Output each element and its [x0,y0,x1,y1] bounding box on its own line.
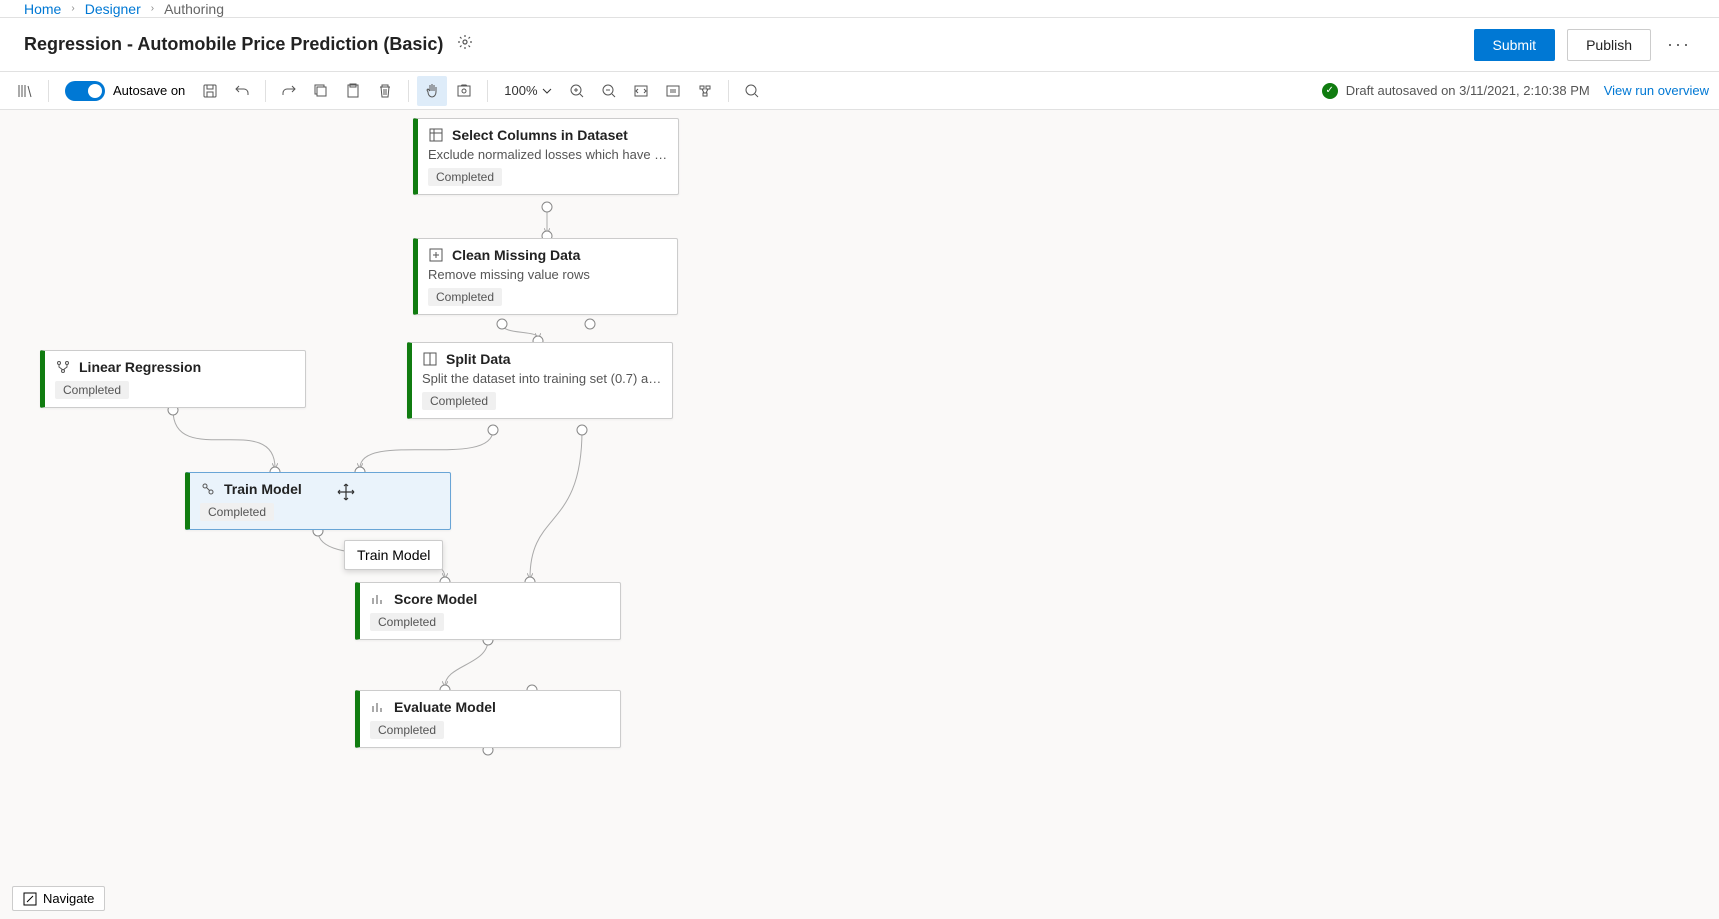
chevron-right-icon: › [151,3,154,14]
status-badge: Completed [370,613,444,631]
pipeline-canvas[interactable]: Select Columns in Dataset Exclude normal… [0,110,1719,919]
node-desc: Remove missing value rows [428,267,667,282]
actual-size-icon[interactable] [658,76,688,106]
fit-to-screen-icon[interactable] [626,76,656,106]
node-title: Split Data [446,351,511,367]
delete-icon[interactable] [370,76,400,106]
zoom-out-icon[interactable] [594,76,624,106]
train-icon [200,481,216,497]
breadcrumb-designer[interactable]: Designer [85,1,141,17]
node-clean-missing-data[interactable]: Clean Missing Data Remove missing value … [413,238,678,315]
node-train-model[interactable]: Train Model Completed [185,472,451,530]
status-badge: Completed [55,381,129,399]
pan-icon[interactable] [417,76,447,106]
gear-icon[interactable] [457,34,473,55]
separator [487,80,488,102]
more-icon[interactable]: ··· [1663,29,1695,61]
zoom-in-icon[interactable] [562,76,592,106]
status-badge: Completed [200,503,274,521]
node-split-data[interactable]: Split Data Split the dataset into traini… [407,342,673,419]
redo-icon[interactable] [274,76,304,106]
auto-layout-icon[interactable] [690,76,720,106]
node-score-model[interactable]: Score Model Completed [355,582,621,640]
page-title: Regression - Automobile Price Prediction… [24,34,443,55]
separator [408,80,409,102]
dataset-icon [428,127,444,143]
status-text: Draft autosaved on 3/11/2021, 2:10:38 PM [1346,83,1590,98]
view-run-overview-link[interactable]: View run overview [1604,83,1709,98]
evaluate-icon [370,699,386,715]
status-badge: Completed [428,168,502,186]
paste-icon[interactable] [338,76,368,106]
autosave-status: ✓ Draft autosaved on 3/11/2021, 2:10:38 … [1322,83,1709,99]
node-title: Train Model [224,481,302,497]
chevron-right-icon: › [71,3,74,14]
navigate-button[interactable]: Navigate [12,886,105,911]
status-badge: Completed [370,721,444,739]
autosave-label: Autosave on [113,83,185,98]
copy-icon[interactable] [306,76,336,106]
clean-icon [428,247,444,263]
breadcrumb-home[interactable]: Home [24,1,61,17]
toolbar: Autosave on 100% [0,72,1719,110]
separator [728,80,729,102]
separator [48,80,49,102]
title-bar: Regression - Automobile Price Prediction… [0,18,1719,72]
split-icon [422,351,438,367]
save-icon[interactable] [195,76,225,106]
autosave-toggle[interactable]: Autosave on [65,81,185,101]
node-evaluate-model[interactable]: Evaluate Model Completed [355,690,621,748]
submit-button[interactable]: Submit [1474,29,1556,61]
check-icon: ✓ [1322,83,1338,99]
node-title: Clean Missing Data [452,247,580,263]
breadcrumb: Home › Designer › Authoring [0,0,1719,18]
library-icon[interactable] [10,76,40,106]
zoom-level[interactable]: 100% [504,83,551,98]
navigate-label: Navigate [43,891,94,906]
undo-icon[interactable] [227,76,257,106]
score-icon [370,591,386,607]
breadcrumb-authoring: Authoring [164,1,224,17]
node-title: Select Columns in Dataset [452,127,628,143]
algorithm-icon [55,359,71,375]
search-icon[interactable] [737,76,767,106]
node-select-columns[interactable]: Select Columns in Dataset Exclude normal… [413,118,679,195]
node-title: Linear Regression [79,359,201,375]
node-desc: Split the dataset into training set (0.7… [422,371,662,386]
screenshot-icon[interactable] [449,76,479,106]
map-icon [23,892,37,906]
status-badge: Completed [428,288,502,306]
separator [265,80,266,102]
publish-button[interactable]: Publish [1567,29,1651,61]
node-linear-regression[interactable]: Linear Regression Completed [40,350,306,408]
node-title: Evaluate Model [394,699,496,715]
zoom-value: 100% [504,83,537,98]
chevron-down-icon [542,86,552,96]
node-desc: Exclude normalized losses which have man… [428,147,668,162]
status-badge: Completed [422,392,496,410]
node-title: Score Model [394,591,477,607]
tooltip: Train Model [344,540,443,570]
